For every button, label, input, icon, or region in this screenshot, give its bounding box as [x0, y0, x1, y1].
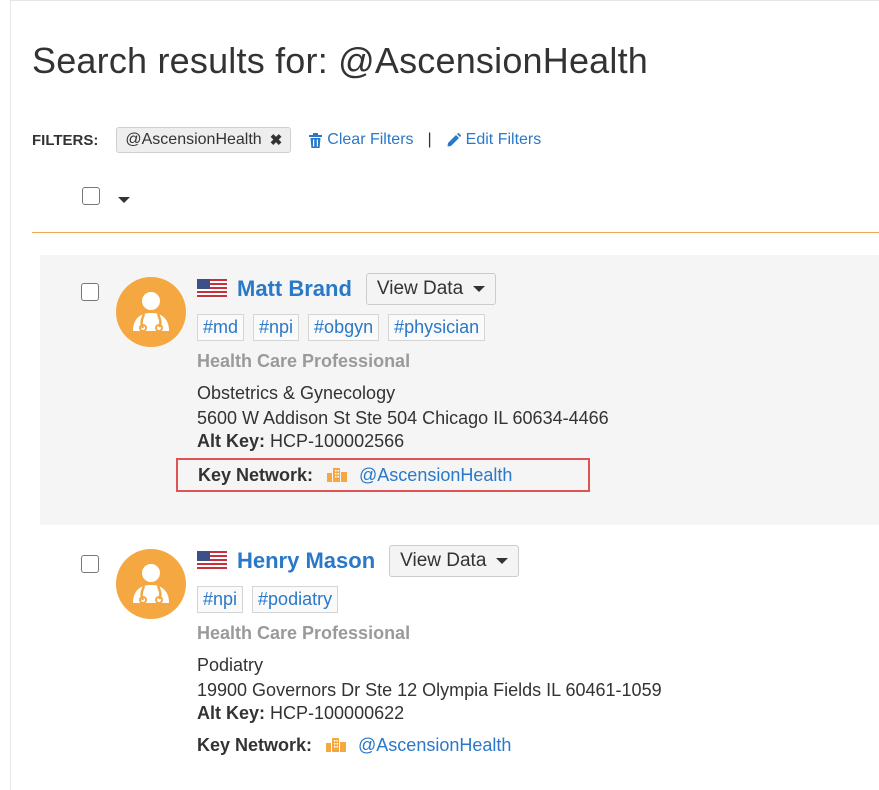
specialty: Podiatry — [197, 655, 264, 675]
pencil-icon — [447, 132, 461, 146]
entity-type: Health Care Professional — [197, 623, 411, 643]
result-checkbox[interactable] — [81, 283, 99, 301]
alt-key: Alt Key: HCP-100000622 — [197, 703, 662, 724]
filter-chip-label: @AscensionHealth — [125, 131, 262, 148]
result-checkbox[interactable] — [81, 555, 99, 573]
key-network-label: Key Network: — [197, 734, 313, 755]
chevron-down-icon — [473, 286, 486, 292]
result-content: Henry Mason View Data #npi #podiatry Hea… — [197, 544, 662, 760]
trash-icon — [309, 132, 323, 148]
tag-npi[interactable]: #npi — [197, 586, 244, 613]
tag-podiatry[interactable]: #podiatry — [252, 586, 339, 613]
result-card: Matt Brand View Data #md #npi #obgyn #ph… — [40, 255, 879, 525]
result-name-link[interactable]: Matt Brand — [237, 276, 352, 302]
specialty: Obstetrics & Gynecology — [197, 383, 396, 403]
building-icon — [327, 468, 348, 482]
close-icon[interactable]: ✖ — [270, 131, 283, 149]
result-header: Henry Mason View Data — [197, 544, 662, 578]
clear-filters-link[interactable]: Clear Filters — [309, 131, 414, 149]
tag-md[interactable]: #md — [197, 314, 245, 341]
view-data-button[interactable]: View Data — [389, 545, 520, 577]
result-header: Matt Brand View Data — [197, 272, 609, 306]
address: 5600 W Addison St Ste 504 Chicago IL 606… — [197, 408, 609, 428]
alt-key-label: Alt Key: — [197, 703, 266, 723]
tag-npi[interactable]: #npi — [253, 314, 300, 341]
alt-key-value: HCP-100000622 — [270, 703, 405, 723]
page-title: Search results for: @AscensionHealth — [32, 40, 649, 81]
tag-physician[interactable]: #physician — [388, 314, 486, 341]
us-flag-icon — [197, 279, 227, 299]
filters-label: FILTERS: — [32, 131, 99, 149]
key-network-link[interactable]: @AscensionHealth — [358, 735, 511, 756]
entity-type: Health Care Professional — [197, 351, 411, 371]
tag-obgyn[interactable]: #obgyn — [308, 314, 380, 341]
alt-key-label: Alt Key: — [197, 431, 266, 451]
key-network-label: Key Network: — [198, 464, 314, 485]
edit-filters-link[interactable]: Edit Filters — [446, 131, 542, 149]
result-name-link[interactable]: Henry Mason — [237, 548, 375, 574]
filters-separator: | — [427, 131, 432, 148]
clear-filters-label: Clear Filters — [327, 131, 414, 148]
building-icon — [326, 738, 347, 752]
address: 19900 Governors Dr Ste 12 Olympia Fields… — [197, 680, 662, 700]
tag-list: #md #npi #obgyn #physician — [197, 314, 609, 341]
doctor-icon — [116, 277, 186, 347]
filter-bar: FILTERS: @AscensionHealth ✖ Clear Filter… — [32, 127, 541, 153]
result-card: Henry Mason View Data #npi #podiatry Hea… — [40, 527, 879, 790]
alt-key-value: HCP-100002566 — [270, 431, 405, 451]
us-flag-icon — [197, 551, 227, 571]
edit-filters-label: Edit Filters — [465, 131, 542, 148]
chevron-down-icon[interactable] — [118, 197, 130, 203]
view-data-label: View Data — [376, 278, 464, 299]
result-content: Matt Brand View Data #md #npi #obgyn #ph… — [176, 272, 609, 492]
filter-chip: @AscensionHealth ✖ — [116, 127, 292, 153]
select-all-checkbox[interactable] — [82, 187, 100, 205]
view-data-label: View Data — [400, 550, 487, 571]
bulk-select — [82, 187, 130, 205]
key-network: Key Network: @AscensionHealth — [197, 730, 662, 760]
key-network-link[interactable]: @AscensionHealth — [359, 465, 512, 486]
tag-list: #npi #podiatry — [197, 586, 662, 613]
divider — [32, 232, 879, 233]
alt-key: Alt Key: HCP-100002566 — [197, 431, 609, 452]
view-data-button[interactable]: View Data — [365, 273, 497, 305]
key-network: Key Network: @AscensionHealth — [176, 458, 590, 492]
doctor-icon — [116, 549, 186, 619]
chevron-down-icon — [496, 558, 509, 564]
